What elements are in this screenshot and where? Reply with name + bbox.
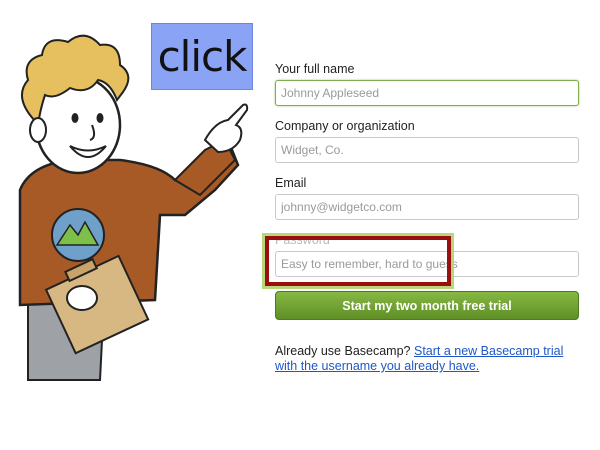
company-input[interactable]: [275, 137, 579, 163]
existing-account-note: Already use Basecamp? Start a new Baseca…: [275, 344, 585, 374]
click-callout: click: [151, 23, 253, 90]
email-label: Email: [275, 176, 307, 190]
existing-account-prefix: Already use Basecamp?: [275, 344, 411, 358]
company-label: Company or organization: [275, 119, 415, 133]
basecamp-mountain-icon: [51, 208, 105, 262]
email-input[interactable]: [275, 194, 579, 220]
full-name-input[interactable]: [275, 80, 579, 106]
start-trial-button[interactable]: Start my two month free trial: [275, 291, 579, 320]
full-name-label: Your full name: [275, 62, 355, 76]
password-input[interactable]: [275, 251, 579, 277]
password-label: Password: [275, 233, 330, 247]
